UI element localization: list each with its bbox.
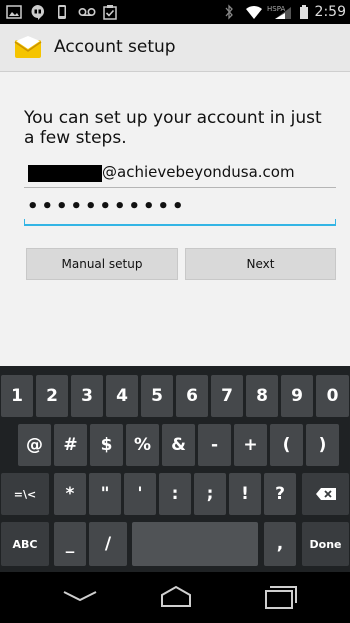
space-key[interactable] <box>132 522 258 566</box>
key-plus[interactable]: + <box>234 424 267 466</box>
key-question[interactable]: ? <box>264 473 296 515</box>
key-asterisk[interactable]: * <box>54 473 86 515</box>
manual-setup-button[interactable]: Manual setup <box>26 248 178 280</box>
picture-icon <box>6 4 22 20</box>
key-percent[interactable]: % <box>126 424 159 466</box>
key-minus[interactable]: - <box>198 424 231 466</box>
clipboard-check-icon <box>102 4 118 20</box>
key-9[interactable]: 9 <box>281 375 313 417</box>
key-colon[interactable]: : <box>159 473 191 515</box>
email-envelope-icon[interactable] <box>14 35 42 61</box>
backspace-key[interactable] <box>302 473 349 515</box>
back-chevron-icon[interactable] <box>60 582 100 612</box>
key-4[interactable]: 4 <box>106 375 138 417</box>
key-0[interactable]: 0 <box>316 375 349 417</box>
backspace-icon <box>315 488 336 500</box>
next-button[interactable]: Next <box>185 248 336 280</box>
page-title: Account setup <box>54 37 176 57</box>
key-dollar[interactable]: $ <box>90 424 123 466</box>
wifi-icon <box>245 4 262 20</box>
key-exclamation[interactable]: ! <box>229 473 261 515</box>
signal-icon: HSPA <box>267 4 293 20</box>
recent-apps-icon[interactable] <box>260 582 300 612</box>
key-comma[interactable]: , <box>264 522 296 566</box>
key-2[interactable]: 2 <box>36 375 68 417</box>
navigation-bar <box>0 572 350 623</box>
status-bar: HSPA 2:59 <box>0 0 350 24</box>
key-underscore[interactable]: _ <box>54 522 86 566</box>
key-5[interactable]: 5 <box>141 375 173 417</box>
password-input[interactable]: ••••••••••• <box>24 196 336 226</box>
email-value: @achievebeyondusa.com <box>102 163 295 181</box>
voicemail-icon <box>78 4 96 20</box>
key-at[interactable]: @ <box>18 424 51 466</box>
hangouts-icon <box>30 4 46 20</box>
soft-keyboard: 1 2 3 4 5 6 7 8 9 0 @ # $ % & - + ( ) =\… <box>0 366 350 572</box>
key-8[interactable]: 8 <box>246 375 278 417</box>
network-type: HSPA <box>267 5 285 13</box>
key-slash[interactable]: / <box>89 522 127 566</box>
key-ampersand[interactable]: & <box>162 424 195 466</box>
key-1[interactable]: 1 <box>1 375 33 417</box>
redacted-block <box>28 165 102 182</box>
email-input[interactable]: @achievebeyondusa.com <box>24 160 336 188</box>
key-left-paren[interactable]: ( <box>270 424 303 466</box>
clock: 2:59 <box>314 4 346 20</box>
bluetooth-icon <box>223 4 239 20</box>
key-6[interactable]: 6 <box>176 375 208 417</box>
phone-icon <box>54 4 70 20</box>
key-single-quote[interactable]: ' <box>124 473 156 515</box>
account-setup-form: You can set up your account in just a fe… <box>0 72 350 366</box>
key-right-paren[interactable]: ) <box>306 424 339 466</box>
key-hash[interactable]: # <box>54 424 87 466</box>
password-value: ••••••••••• <box>27 196 187 217</box>
home-icon[interactable] <box>156 582 196 612</box>
key-semicolon[interactable]: ; <box>194 473 226 515</box>
done-key[interactable]: Done <box>302 522 349 566</box>
action-bar: Account setup <box>0 24 350 72</box>
abc-key[interactable]: ABC <box>1 522 49 566</box>
battery-icon <box>299 4 309 20</box>
setup-instructions: You can set up your account in just a fe… <box>24 108 322 148</box>
key-more-symbols[interactable]: =\< <box>1 473 49 515</box>
key-7[interactable]: 7 <box>211 375 243 417</box>
key-double-quote[interactable]: " <box>89 473 121 515</box>
key-3[interactable]: 3 <box>71 375 103 417</box>
